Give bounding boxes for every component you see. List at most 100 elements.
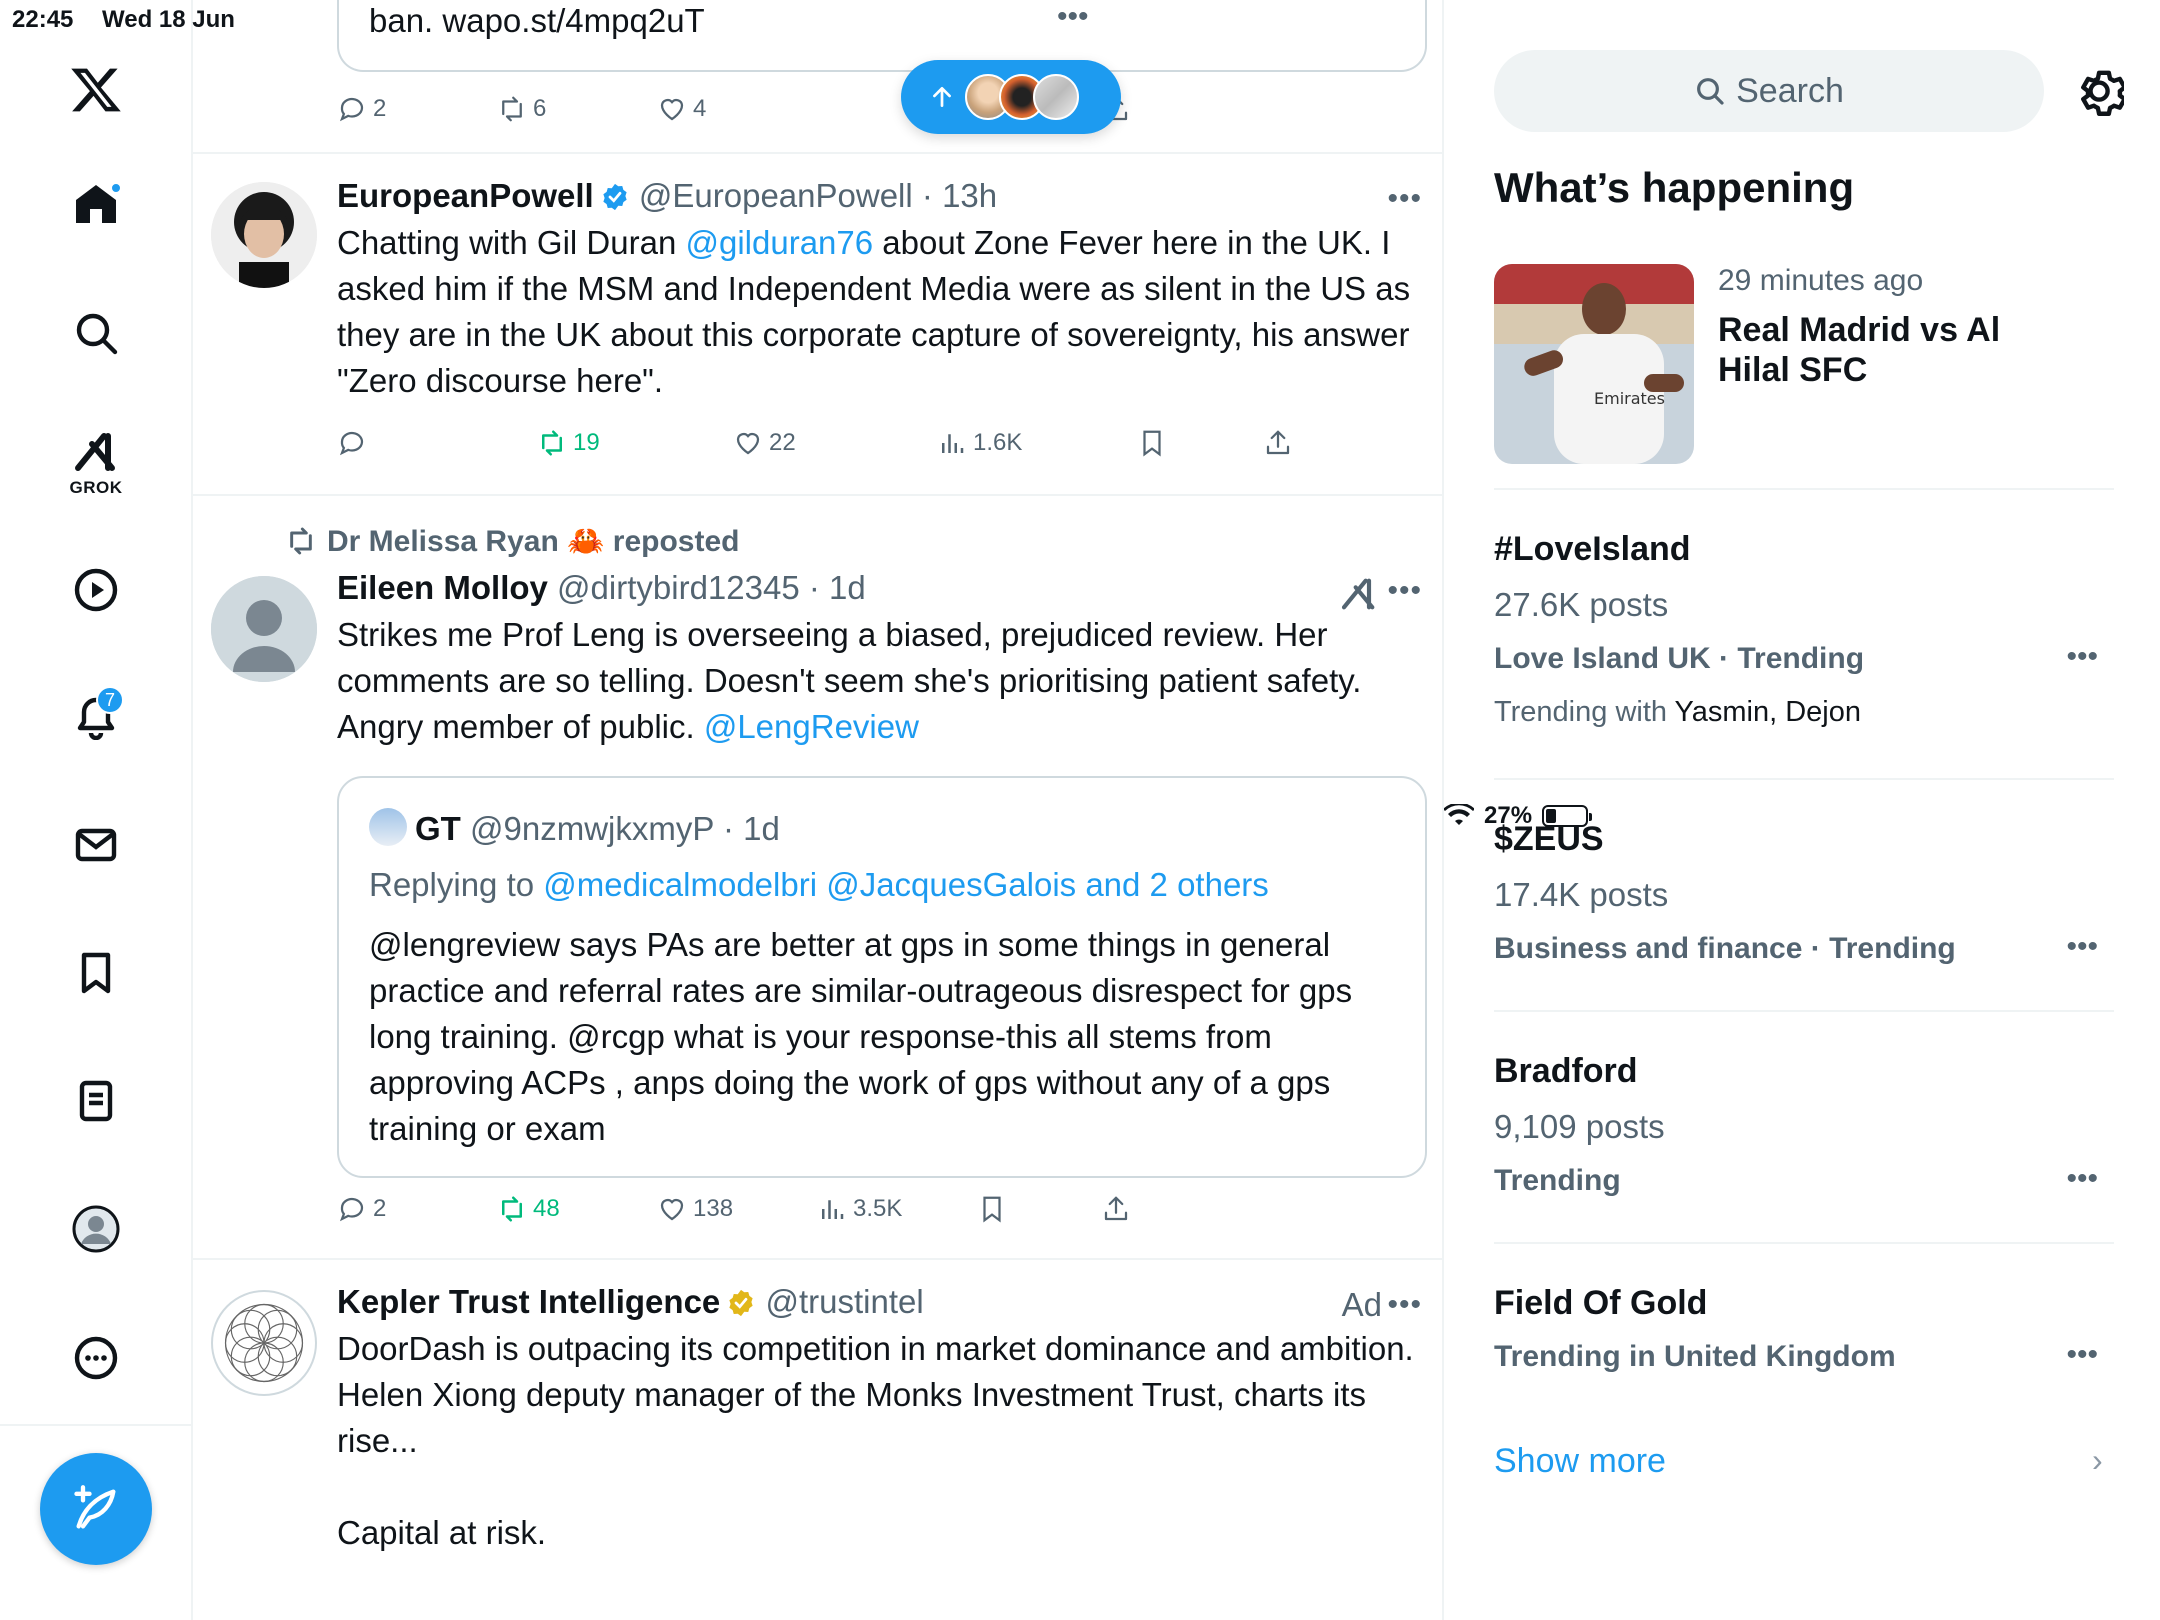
tweet-header: EuropeanPowell @EuropeanPowell · 13h <box>337 176 1424 216</box>
notifications-badge: 7 <box>96 686 124 714</box>
home-unread-dot <box>110 182 122 194</box>
compose-feather-icon <box>74 1485 116 1529</box>
reply-count: 2 <box>373 95 387 122</box>
quoted-header: GT @9nzmwjkxmyP · 1d <box>369 808 780 848</box>
avatar[interactable] <box>211 1290 317 1396</box>
video-play-icon[interactable] <box>56 550 136 630</box>
author-handle[interactable]: @trustintel <box>765 1283 923 1320</box>
repost-icon <box>502 1196 522 1222</box>
wifi-icon <box>1444 804 1474 825</box>
views-button[interactable]: 3.5K <box>817 1194 902 1224</box>
views-bar-chart-icon <box>822 1200 844 1219</box>
author-name[interactable]: Eileen Molloy <box>337 569 548 606</box>
avatar[interactable] <box>211 182 317 288</box>
author-handle[interactable]: @dirtybird12345 <box>557 569 800 606</box>
tweet-disclaimer: Capital at risk. <box>337 1514 547 1551</box>
repost-button[interactable]: 6 <box>497 94 546 124</box>
status-time: 22:45 <box>12 6 74 33</box>
nav-divider <box>0 1424 193 1426</box>
bookmark-icon <box>1143 430 1161 457</box>
status-bar: 22:45 Wed 18 Jun 27% <box>0 0 2160 829</box>
tweet-time: · 1d <box>808 569 866 606</box>
verified-badge-icon <box>603 183 627 211</box>
profile-avatar-icon[interactable] <box>56 1189 136 1269</box>
heart-icon <box>660 98 684 121</box>
author-name[interactable]: EuropeanPowell <box>337 177 594 214</box>
like-button[interactable]: 138 <box>657 1194 733 1224</box>
tweet[interactable]: ••• EuropeanPowell @EuropeanPowell · 13h… <box>193 154 1442 496</box>
share-icon <box>1104 1196 1128 1221</box>
tweet-text: Strikes me Prof Leng is overseeing a bia… <box>337 616 1362 745</box>
reply-button[interactable] <box>337 428 373 458</box>
heart-icon <box>660 1198 684 1221</box>
bookmark-icon <box>983 1196 1001 1223</box>
new-posts-pill[interactable] <box>901 60 1121 134</box>
replying-to: Replying to @medicalmodelbri @JacquesGal… <box>369 866 1269 903</box>
tweet-actions: 2 48 138 3.5K <box>337 1194 1137 1234</box>
grok-label: GROK <box>69 478 123 497</box>
repost-count: 19 <box>573 429 600 456</box>
battery-icon <box>1542 805 1593 827</box>
repost-button[interactable]: 19 <box>537 428 600 458</box>
heart-icon <box>736 432 760 455</box>
avatar[interactable] <box>211 576 317 682</box>
notifications-bell-icon[interactable]: 7 <box>56 676 136 756</box>
views-button[interactable]: 1.6K <box>937 428 1022 458</box>
bookmark-button[interactable] <box>977 1194 1007 1224</box>
gold-verified-badge-icon <box>729 1289 753 1317</box>
like-button[interactable]: 4 <box>657 94 706 124</box>
like-count: 138 <box>693 1195 734 1222</box>
reply-icon <box>339 97 364 122</box>
replying-to-links[interactable]: @medicalmodelbri @JacquesGalois and 2 ot… <box>543 866 1269 903</box>
quoted-text: @lengreview says PAs are better at gps i… <box>369 926 1353 1147</box>
like-count: 22 <box>769 429 796 456</box>
repost-icon <box>290 527 312 555</box>
quoted-tweet[interactable]: GT @9nzmwjkxmyP · 1d Replying to @medica… <box>337 776 1427 1178</box>
mention-link[interactable]: @LengReview <box>704 708 919 745</box>
lists-icon[interactable] <box>56 1061 136 1141</box>
arrow-up-icon <box>933 86 951 108</box>
reply-count: 2 <box>373 1195 387 1222</box>
like-button[interactable]: 22 <box>733 428 796 458</box>
author-handle[interactable]: @EuropeanPowell <box>639 177 913 214</box>
views-bar-chart-icon <box>942 434 964 453</box>
views-count: 3.5K <box>853 1195 903 1222</box>
bookmark-icon[interactable] <box>56 933 136 1013</box>
bookmark-button[interactable] <box>1137 428 1167 458</box>
share-icon <box>1266 430 1290 455</box>
avatar <box>369 808 407 846</box>
battery-percent: 27% <box>1484 802 1533 829</box>
reply-button[interactable]: 2 <box>337 94 386 124</box>
author-name[interactable]: Kepler Trust Intelligence <box>337 1283 720 1320</box>
tweet-text: DoorDash is outpacing its competition in… <box>337 1330 1414 1459</box>
mention-link[interactable]: @gilduran76 <box>685 224 873 261</box>
tweet-header: Kepler Trust Intelligence @trustintel <box>337 1282 1424 1322</box>
like-count: 4 <box>693 95 707 122</box>
tweet-header: Eileen Molloy @dirtybird12345 · 1d <box>337 568 1424 608</box>
repost-button[interactable]: 48 <box>497 1194 560 1224</box>
share-button[interactable] <box>1101 1194 1131 1224</box>
tweet[interactable]: Dr Melissa Ryan 🦀 reposted ••• Eileen Mo… <box>193 496 1442 1260</box>
tweet-actions: 19 22 1.6K <box>337 428 1290 468</box>
repost-count: 48 <box>533 1195 560 1222</box>
reply-icon <box>339 1197 364 1222</box>
quoted-time: · 1d <box>722 810 780 847</box>
tweet-text: Chatting with Gil Duran @gilduran76 abou… <box>337 224 1411 399</box>
repost-icon <box>542 430 562 456</box>
messages-envelope-icon[interactable] <box>56 805 136 885</box>
repost-icon <box>502 96 522 122</box>
share-button[interactable] <box>1263 428 1293 458</box>
repost-context: Dr Melissa Ryan 🦀 reposted <box>285 524 740 559</box>
home-icon[interactable] <box>56 164 136 244</box>
quoted-author-name: GT <box>415 810 461 847</box>
search-icon[interactable] <box>56 293 136 373</box>
left-nav: GROK 7 <box>0 0 193 1620</box>
compose-post-button[interactable] <box>40 1453 152 1565</box>
ad-tweet[interactable]: Ad ••• Kepler Trust Intelligence @trusti… <box>193 1260 1442 1620</box>
timeline-feed[interactable]: ban. wapo.st/4mpq2uT ••• 2 6 4 ••• Europ… <box>193 0 1444 1620</box>
views-count: 1.6K <box>973 429 1023 456</box>
reply-button[interactable]: 2 <box>337 1194 386 1224</box>
x-logo-icon[interactable] <box>56 50 136 130</box>
more-options-icon[interactable] <box>56 1318 136 1398</box>
avatar <box>1033 74 1079 120</box>
